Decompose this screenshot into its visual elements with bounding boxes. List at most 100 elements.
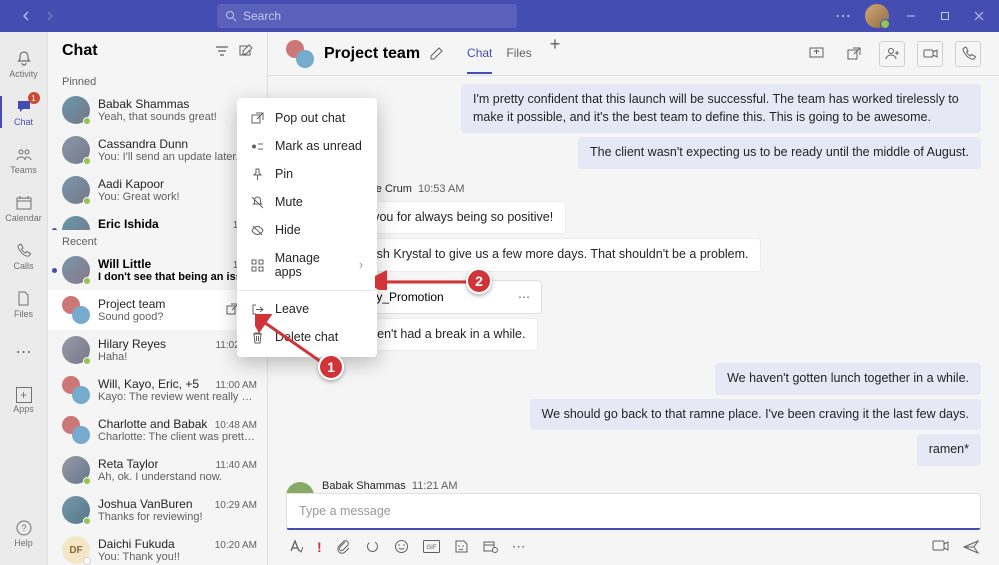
rail-calendar[interactable]: Calendar — [0, 184, 48, 232]
chat-list-item[interactable]: Eric Ishida11:45Sure. I'll set up someth… — [48, 210, 267, 230]
chat-list-panel: Chat Pinned Babak ShammasYeah, that soun… — [48, 32, 268, 565]
chat-list-item[interactable]: Reta Taylor11:40 AMAh, ok. I understand … — [48, 450, 267, 490]
rail-help[interactable]: ? Help — [0, 509, 48, 557]
chat-item-name: Hilary Reyes — [98, 337, 166, 351]
chat-item-time: 11:40 AM — [215, 460, 257, 471]
video-clip-icon[interactable] — [932, 539, 949, 555]
window-maximize-icon[interactable] — [933, 4, 957, 28]
priority-icon[interactable]: ! — [317, 539, 322, 555]
ctx-popout[interactable]: Pop out chat — [237, 104, 377, 132]
message-bubble[interactable]: I will push Krystal to give us a few mor… — [322, 238, 761, 272]
ctx-label: Mute — [275, 195, 303, 209]
chat-item-time: 10:29 AM — [215, 500, 257, 511]
chat-item-preview: You: Thank you!! — [98, 551, 257, 563]
sender-avatar[interactable] — [286, 482, 314, 494]
chat-list-item[interactable]: Babak ShammasYeah, that sounds great! — [48, 90, 267, 130]
more-icon[interactable]: ⋯ — [831, 4, 855, 28]
rail-teams[interactable]: Teams — [0, 136, 48, 184]
tab-chat[interactable]: Chat — [467, 34, 492, 74]
chat-item-preview: Thanks for reviewing! — [98, 511, 257, 523]
chat-item-preview: Charlotte: The client was pretty happy w… — [98, 431, 257, 443]
rail-activity[interactable]: Activity — [0, 40, 48, 88]
attach-icon[interactable] — [336, 539, 351, 554]
ctx-pin[interactable]: Pin — [237, 160, 377, 188]
chat-list-item[interactable]: DFDaichi Fukuda10:20 AMYou: Thank you!! — [48, 530, 267, 565]
pinned-section-label: Pinned — [48, 70, 267, 90]
compose-more-icon[interactable]: ⋯ — [512, 538, 526, 555]
add-tab-icon[interactable]: + — [550, 34, 561, 74]
file-more-icon[interactable]: ⋯ — [518, 290, 531, 304]
ctx-apps[interactable]: Manage apps› — [237, 244, 377, 286]
rail-chat[interactable]: 1 Chat — [0, 88, 48, 136]
message-bubble[interactable]: We should go back to that ramne place. I… — [530, 399, 981, 431]
rail-apps[interactable]: + Apps — [0, 376, 48, 424]
message-input[interactable]: Type a message — [286, 493, 981, 530]
conversation-title: Project team — [324, 45, 420, 63]
tab-files[interactable]: Files — [506, 34, 531, 74]
hide-icon — [251, 224, 265, 237]
ctx-hide[interactable]: Hide — [237, 216, 377, 244]
app-rail: Activity 1 Chat Teams Calendar Calls Fil… — [0, 32, 48, 565]
window-close-icon[interactable] — [967, 4, 991, 28]
ellipsis-icon: ⋯ — [16, 342, 32, 362]
message-bubble[interactable]: The client wasn't expecting us to be rea… — [578, 137, 981, 169]
svg-text:GIF: GIF — [426, 545, 436, 551]
rail-calls[interactable]: Calls — [0, 232, 48, 280]
chat-list-item[interactable]: Will Little11:42I don't see that being a… — [48, 250, 267, 290]
chat-list-item[interactable]: Aadi KapoorYou: Great work! — [48, 170, 267, 210]
chat-item-name: Babak Shammas — [98, 97, 189, 111]
new-chat-icon[interactable] — [239, 44, 253, 58]
unread-icon — [251, 140, 265, 153]
title-bar: Search ⋯ — [0, 0, 999, 32]
popout-icon[interactable] — [841, 41, 867, 67]
nav-forward-icon[interactable] — [40, 6, 60, 26]
plus-icon: + — [16, 387, 32, 403]
chat-item-preview: Kayo: The review went really well! Can't… — [98, 391, 257, 403]
nav-back-icon[interactable] — [16, 6, 36, 26]
loop-icon[interactable] — [365, 539, 380, 554]
sticker-icon[interactable] — [454, 539, 469, 554]
ctx-mute[interactable]: Mute — [237, 188, 377, 216]
add-people-icon[interactable] — [879, 41, 905, 67]
video-call-icon[interactable] — [917, 41, 943, 67]
rail-files[interactable]: Files — [0, 280, 48, 328]
chat-item-preview: You: Great work! — [98, 191, 257, 203]
screenshare-icon[interactable] — [803, 41, 829, 67]
emoji-icon[interactable] — [394, 539, 409, 554]
ctx-unread[interactable]: Mark as unread — [237, 132, 377, 160]
chat-badge: 1 — [28, 92, 40, 104]
window-minimize-icon[interactable] — [899, 4, 923, 28]
current-user-avatar[interactable] — [865, 4, 889, 28]
format-icon[interactable] — [288, 539, 303, 554]
message-bubble[interactable]: We haven't gotten lunch together in a wh… — [715, 363, 981, 395]
audio-call-icon[interactable] — [955, 41, 981, 67]
message-bubble[interactable]: ramen* — [917, 434, 981, 466]
pin-icon — [251, 168, 265, 181]
ctx-label: Hide — [275, 223, 301, 237]
edit-title-icon[interactable] — [430, 47, 443, 60]
chat-list-item[interactable]: Hilary Reyes11:02 AMHaha! — [48, 330, 267, 370]
chat-item-preview: You: I'll send an update later. — [98, 151, 257, 163]
chat-list-item[interactable]: Project teamSound good?⋯ — [48, 290, 267, 330]
callout-2: 2 — [466, 268, 492, 294]
send-icon[interactable] — [963, 539, 979, 555]
schedule-icon[interactable] — [483, 539, 498, 554]
compose-area: Type a message ! GIF ⋯ — [268, 493, 999, 565]
conversation-avatar — [286, 40, 314, 68]
apps-icon — [251, 259, 265, 272]
avatar — [62, 96, 90, 124]
search-input[interactable]: Search — [217, 4, 517, 28]
gif-icon[interactable]: GIF — [423, 540, 440, 553]
chat-list-item[interactable]: Will, Kayo, Eric, +511:00 AMKayo: The re… — [48, 370, 267, 410]
message-bubble[interactable]: I'm pretty confident that this launch wi… — [461, 84, 981, 133]
filter-icon[interactable] — [215, 44, 229, 58]
chat-item-name: Cassandra Dunn — [98, 137, 188, 151]
chat-list-item[interactable]: Cassandra DunnYou: I'll send an update l… — [48, 130, 267, 170]
popout-icon — [251, 112, 265, 125]
rail-label: Chat — [14, 117, 33, 127]
chat-list-item[interactable]: Joshua VanBuren10:29 AMThanks for review… — [48, 490, 267, 530]
rail-more[interactable]: ⋯ — [0, 328, 48, 376]
chat-list-item[interactable]: Charlotte and Babak10:48 AMCharlotte: Th… — [48, 410, 267, 450]
files-icon — [15, 290, 33, 308]
avatar — [62, 136, 90, 164]
